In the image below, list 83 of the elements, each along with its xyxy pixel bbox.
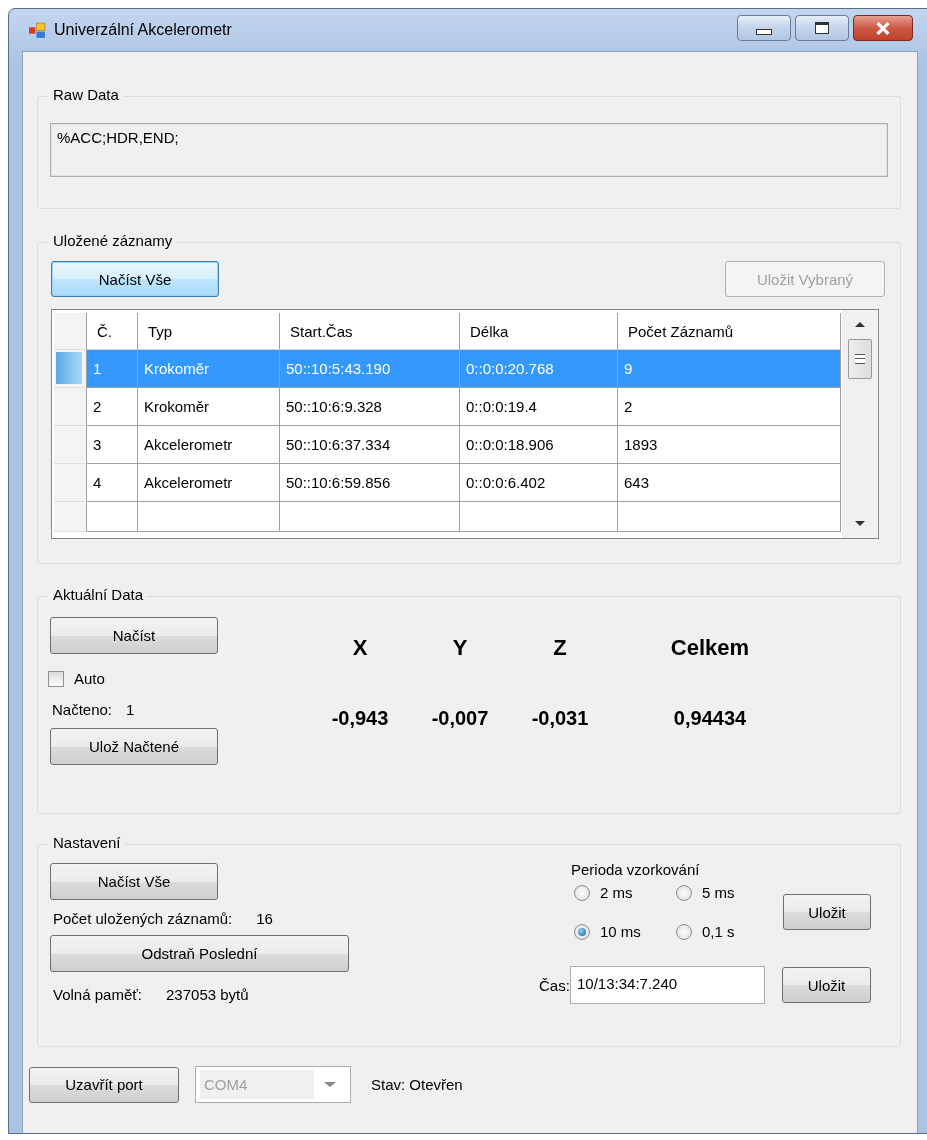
table-cell: 2 [618,388,841,426]
caret-icon [324,1082,336,1087]
row-header[interactable] [54,464,87,502]
table-cell [87,502,138,532]
records-count-label: Počet uložených záznamů: [53,910,233,927]
axis-label: X [352,635,368,661]
table-cell: Akcelerometr [138,464,280,502]
row-header[interactable] [54,426,87,464]
group-title: Uložené záznamy [48,232,177,249]
maximize-button[interactable] [795,15,849,41]
time-field[interactable]: 10/13:34:7.240 [570,966,765,1004]
table-row[interactable]: 2 Krokoměr 50::10:6:9.328 0::0:0:19.4 2 [54,388,842,426]
axis-label: Z [553,635,567,661]
radio-label[interactable]: 2 ms [600,884,633,901]
table-cell: Krokoměr [138,350,280,388]
delete-last-button[interactable]: Odstraň Poslední [50,935,349,972]
radio-label[interactable]: 0,1 s [702,923,735,940]
radio-button[interactable] [574,923,590,940]
group-title: Aktuální Data [48,586,148,603]
radio-button[interactable] [676,923,692,940]
minimize-icon [756,29,772,35]
table-cell: 4 [87,464,138,502]
free-memory-label: Volná paměť: [53,986,143,1003]
close-port-button[interactable]: Uzavřít port [29,1066,179,1103]
group-title: Nastavení [48,834,125,851]
checkbox[interactable] [48,670,64,687]
row-header[interactable] [54,350,87,388]
free-memory-value: 237053 bytů [166,986,249,1003]
radio-label[interactable]: 10 ms [600,923,641,940]
axis-value: 0,94434 [673,706,747,730]
table-cell: 50::10:6:9.328 [280,388,460,426]
radio-button[interactable] [574,884,590,901]
table-cell: 2 [87,388,138,426]
table-cell: 0::0:0:6.402 [460,464,618,502]
app-icon [29,21,46,39]
close-button[interactable] [853,15,913,41]
status-text: Stav: Otevřen [371,1076,463,1093]
scroll-up-arrow-icon[interactable] [855,322,865,327]
row-header[interactable] [54,388,87,426]
table-cell: 1 [87,350,138,388]
axis-value: -0,031 [531,706,589,730]
raw-data-field[interactable]: %ACC;HDR,END; [50,123,888,177]
table-cell: 1893 [618,426,841,464]
save-button[interactable]: Uložit [783,894,871,930]
axis-label: Celkem [670,635,750,661]
scrollbar[interactable] [842,310,878,538]
radio-label[interactable]: 5 ms [702,884,735,901]
load-all-button[interactable]: Načíst Vše [51,261,219,297]
checkbox-label[interactable]: Auto [74,670,105,687]
axis-value: -0,943 [331,706,389,730]
close-icon [875,21,891,35]
loaded-value: 1 [126,701,135,718]
table-row[interactable]: 3 Akcelerometr 50::10:6:37.334 0::0:0:18.906 1893 [54,426,842,464]
table-cell: Akcelerometr [138,426,280,464]
axis-value: -0,007 [431,706,489,730]
radio-button[interactable] [676,884,692,901]
scroll-thumb[interactable] [848,339,872,379]
records-count-value: 16 [256,910,273,927]
load-button[interactable]: Načíst [50,617,218,654]
axis-label: Y [452,635,468,661]
table-cell: 50::10:6:59.856 [280,464,460,502]
table-cell: 50::10:5:43.190 [280,350,460,388]
row-selector-mark [56,352,82,384]
load-all-button[interactable]: Načíst Vše [50,863,218,900]
table-cell: 0::0:0:20.768 [460,350,618,388]
maximize-icon [815,22,829,34]
save-button[interactable]: Uložit [782,967,871,1003]
table-cell: 50::10:6:37.334 [280,426,460,464]
row-header[interactable] [54,502,87,532]
scroll-down-arrow-icon[interactable] [855,521,865,526]
table-cell: 3 [87,426,138,464]
table-cell: 643 [618,464,841,502]
time-label: Čas: [539,976,570,994]
save-loaded-button[interactable]: Ulož Načtené [50,728,218,765]
minimize-button[interactable] [737,15,791,41]
table-row[interactable]: 4 Akcelerometr 50::10:6:59.856 0::0:0:6.402 643 [54,464,842,502]
table-cell: 0::0:0:19.4 [460,388,618,426]
window-title: Univerzální Akcelerometr [54,21,232,39]
table-cell: Krokoměr [138,388,280,426]
period-label: Perioda vzorkování [571,861,701,878]
table-cell: 0::0:0:18.906 [460,426,618,464]
table-cell: 9 [618,350,841,388]
loaded-label: Načteno: [52,701,113,718]
